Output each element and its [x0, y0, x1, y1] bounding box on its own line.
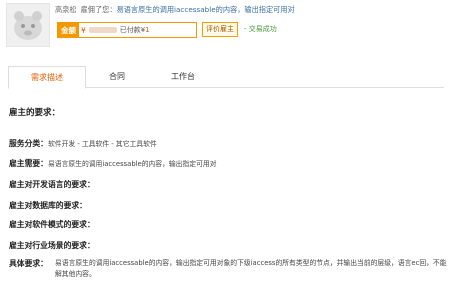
database-req-label: 雇主对数据库的要求：	[9, 201, 87, 210]
amount-box: 金额 ¥ 已付款¥ 1	[57, 22, 197, 38]
rate-employer-button[interactable]: 评价雇主	[202, 22, 238, 37]
software-mode-row: 雇主对软件模式的要求：	[9, 219, 95, 230]
default-avatar-icon	[7, 4, 49, 46]
tab-bar: 需求描述 合同 工作台	[8, 66, 444, 89]
needs-label: 雇主需要：	[9, 159, 48, 168]
employer-avatar[interactable]	[6, 3, 50, 47]
service-category-row: 服务分类：软件开发 - 工具软件 - 其它工具软件	[9, 138, 157, 149]
hire-headline: 高泉松 雇佣了您：易语言原生的调用iaccessable的内容，输出指定可用对	[55, 4, 445, 15]
detail-label-row: 具体要求：	[9, 258, 48, 269]
section-title: 雇主的要求：	[9, 108, 61, 118]
task-title-link[interactable]: 易语言原生的调用iaccessable的内容，输出指定可用对	[117, 5, 295, 14]
paid-value: 1	[145, 26, 150, 34]
detail-value: 易语言原生的调用iaccessable的内容，输出指定可用对象的下级iacces…	[55, 259, 447, 278]
service-category-label: 服务分类：	[9, 139, 48, 148]
service-category-value: 软件开发 - 工具软件 - 其它工具软件	[47, 140, 157, 148]
tab-contract[interactable]: 合同	[86, 66, 148, 88]
needs-value: 易语言原生的调用iaccessable的内容，输出指定可用对	[47, 160, 217, 168]
tab-workbench[interactable]: 工作台	[148, 66, 218, 88]
software-mode-label: 雇主对软件模式的要求：	[9, 220, 95, 229]
database-req-row: 雇主对数据库的要求：	[9, 200, 87, 211]
amount-value: ¥	[81, 25, 86, 35]
hire-action-text: 雇佣了您：	[80, 5, 117, 14]
industry-req-label: 雇主对行业场景的要求：	[9, 241, 95, 250]
paid-label: 已付款¥	[119, 26, 146, 34]
employer-name[interactable]: 高泉松	[55, 5, 77, 14]
amount-label: 金额	[58, 23, 79, 37]
industry-req-row: 雇主对行业场景的要求：	[9, 240, 95, 251]
language-req-label: 雇主对开发语言的要求：	[9, 180, 95, 189]
tab-requirements[interactable]: 需求描述	[8, 66, 86, 89]
language-req-row: 雇主对开发语言的要求：	[9, 179, 95, 190]
amount-redacted	[88, 27, 117, 33]
detail-label: 具体要求：	[9, 259, 48, 268]
trade-status: - 交易成功	[244, 25, 277, 33]
needs-row: 雇主需要：易语言原生的调用iaccessable的内容，输出指定可用对	[9, 158, 216, 169]
